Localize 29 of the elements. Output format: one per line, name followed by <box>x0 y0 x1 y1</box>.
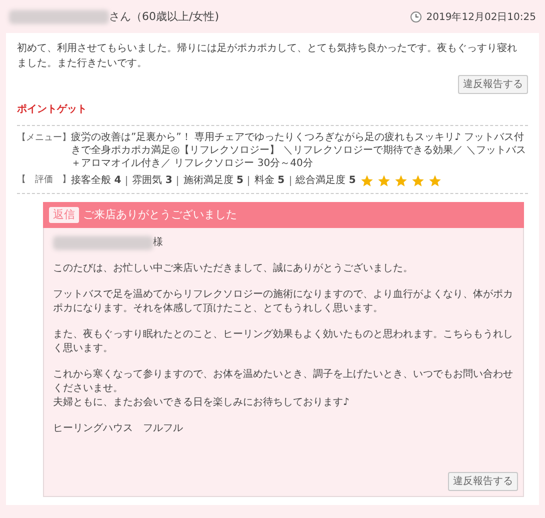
rating-item: 接客全般 4 <box>71 174 122 188</box>
reply-paragraph: フットバスで足を温めてからリフレクソロジーの施術になりますので、より血行がよくなり、体がポカポカになります。それを体感して頂けたこと、とてもうれしく思います。 <box>53 288 514 316</box>
rating-item: 施術満足度 5 <box>183 174 244 188</box>
star-icon <box>410 174 425 188</box>
report-button[interactable]: 違反報告する <box>458 75 528 94</box>
reply-paragraph: また、夜もぐっすり眠れたとのこと、ヒーリング効果もよく効いたものと思われます。こちらもうれしく思います。 <box>53 328 514 356</box>
post-date: 2019年12月02日10:25 <box>426 10 536 24</box>
reply-paragraph: 夫婦ともに、またお会いできる日を楽しみにお待ちしております♪ <box>53 396 350 410</box>
salutation: 様 <box>153 236 163 250</box>
rating-item: 雰囲気 3 <box>132 174 172 188</box>
reply-paragraph: ヒーリングハウス フルフル <box>53 422 184 436</box>
star-icon <box>376 174 391 188</box>
rating-item: 総合満足度 5 <box>296 174 356 188</box>
reply-paragraph: これから寒くなって参りますので、お体を温めたいとき、調子を上げたいとき、いつでもお問い合わせくださいませ。 <box>53 368 514 396</box>
star-icon <box>394 174 408 188</box>
report-button[interactable]: 違反報告する <box>448 472 518 491</box>
reviewer-info: さん（60歳以上/女性) <box>109 8 219 25</box>
reply-paragraph: このたびは、お忙しい中ご来店いただきまして、誠にありがとうございました。 <box>53 262 414 276</box>
menu-text: 疲労の改善は”足裏から”！ 専用チェアでゆったりくつろぎながら足の疲れもスッキリ♪ フットバス付きで全身ポカポカ満足◎【リフレクソロジー】 ＼リフレクソロジーで期待できる効果／ ＼フットバス＋アロマオイル付き／ リフレクソロジー 30分～40分 <box>71 131 528 170</box>
reply-badge: 返信 <box>49 207 79 223</box>
review-text: 初めて、利用させてもらいました。帰りには足がポカポカして、とても気持ち良かったです。夜もぐっすり寝れました。また行きたいです。 <box>17 42 517 71</box>
rating-item: 料金 5 <box>254 174 285 188</box>
point-label: ポイントゲット <box>17 103 88 117</box>
reply-title: ご来店ありがとうございました <box>83 206 237 223</box>
star-icon <box>428 174 442 188</box>
clock-icon <box>410 11 422 23</box>
star-icon <box>360 174 374 188</box>
rating-label: 【 評価 】 <box>17 174 71 187</box>
menu-label: 【メニュー】 <box>17 132 71 145</box>
